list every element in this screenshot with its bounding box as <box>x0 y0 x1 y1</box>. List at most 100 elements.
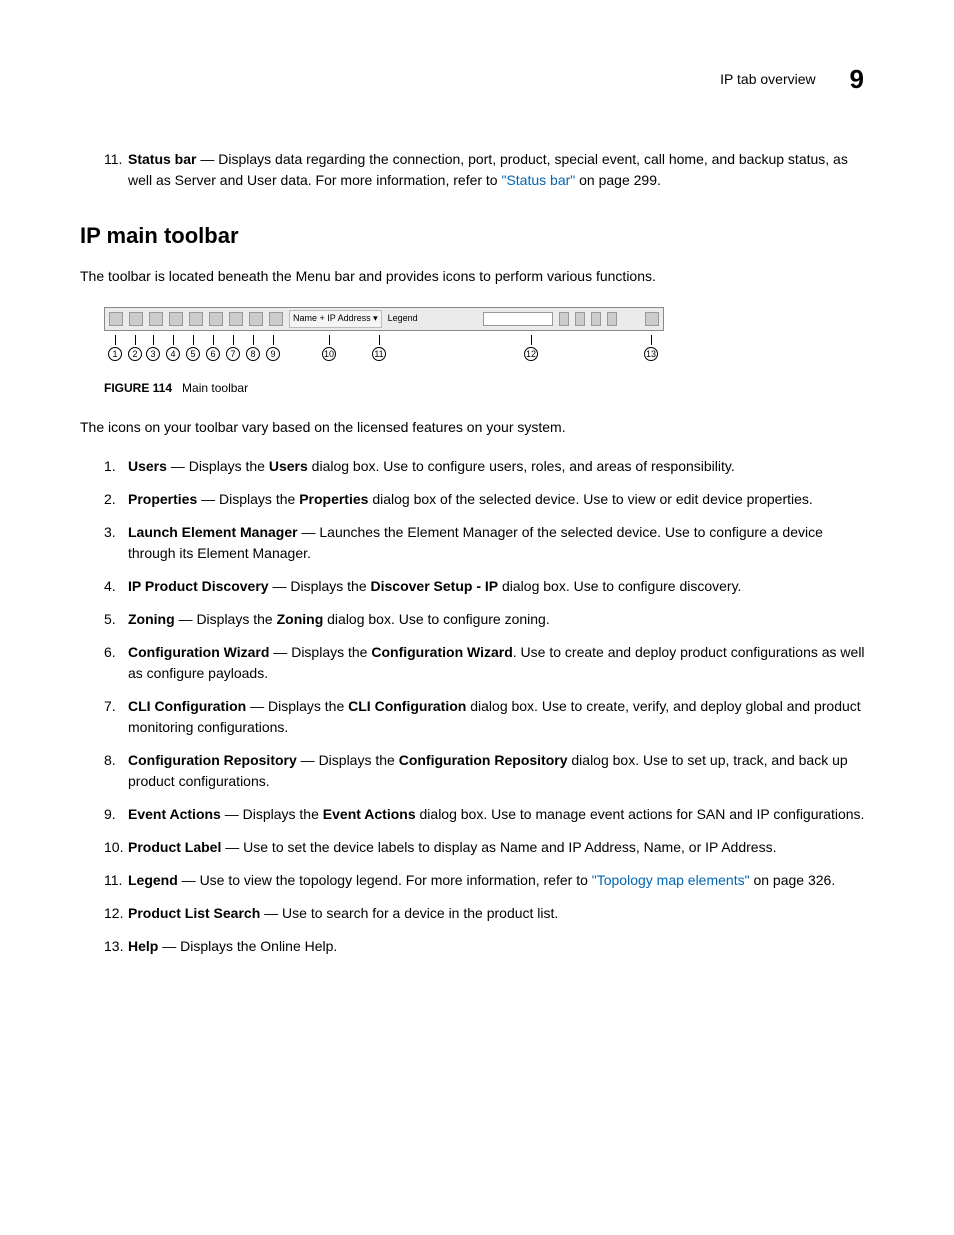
list-item: 13.Help — Displays the Online Help. <box>104 936 874 957</box>
list-item: 7.CLI Configuration — Displays the CLI C… <box>104 696 874 738</box>
item-text: Displays the <box>319 752 399 768</box>
callout-1: 1 <box>108 335 122 362</box>
callout-8: 8 <box>246 335 260 362</box>
list-item: 2.Properties — Displays the Properties d… <box>104 489 874 510</box>
callout-12: 12 <box>524 335 538 362</box>
content-area: 11. Status bar — Displays data regarding… <box>104 149 874 957</box>
callout-5: 5 <box>186 335 200 362</box>
item-term: Status bar <box>128 151 196 167</box>
config-wizard-icon <box>209 312 223 326</box>
item-bold-text: Properties <box>299 491 368 507</box>
search-icon <box>559 312 569 326</box>
toolbar-items-list: 1. Users — Displays the Users dialog box.… <box>104 456 874 957</box>
figure-number: FIGURE 114 <box>104 381 172 395</box>
item-text: Use to view the topology legend. For mor… <box>200 872 592 888</box>
item-bold-text: Users <box>269 458 308 474</box>
item-bold-text: Configuration Repository <box>399 752 568 768</box>
users-icon <box>109 312 123 326</box>
item-text: Displays the <box>189 458 269 474</box>
chapter-number: 9 <box>850 60 864 99</box>
item-term: Configuration Wizard <box>128 644 269 660</box>
item-dash: — <box>297 752 319 768</box>
item-bold-text: Discover Setup - IP <box>371 578 499 594</box>
legend-label: Legend <box>388 312 418 326</box>
item-text: Displays the <box>290 578 370 594</box>
item-term: Launch Element Manager <box>128 524 298 540</box>
item-number: 5. <box>104 609 116 630</box>
item-number: 11. <box>104 870 122 891</box>
list-item: 11.Legend — Use to view the topology leg… <box>104 870 874 891</box>
list-item: 8.Configuration Repository — Displays th… <box>104 750 874 792</box>
item-number: 9. <box>104 804 116 825</box>
header-title: IP tab overview <box>720 69 815 90</box>
section-intro: The toolbar is located beneath the Menu … <box>80 266 874 287</box>
item-dash: — <box>269 578 291 594</box>
status-bar-link[interactable]: "Status bar" <box>501 172 575 188</box>
item-link[interactable]: "Topology map elements" <box>592 872 750 888</box>
item-number: 3. <box>104 522 116 543</box>
item-number: 6. <box>104 642 116 663</box>
item-bold-text: Zoning <box>277 611 324 627</box>
item-text: dialog box of the selected device. Use t… <box>368 491 812 507</box>
item-text: dialog box. Use to configure discovery. <box>498 578 741 594</box>
item-number: 13. <box>104 936 123 957</box>
search-icon-4 <box>607 312 617 326</box>
item-dash: — <box>158 938 180 954</box>
callout-13: 13 <box>644 335 658 362</box>
discovery-icon <box>169 312 183 326</box>
item-term: Help <box>128 938 158 954</box>
item-text: Displays the <box>196 611 276 627</box>
item-text: Use to set the device labels to display … <box>243 839 776 855</box>
item-dash: — <box>298 524 320 540</box>
item-dash: — <box>196 151 218 167</box>
item-dash: — <box>221 806 243 822</box>
help-icon <box>645 312 659 326</box>
item-term: Product Label <box>128 839 221 855</box>
callout-3: 3 <box>146 335 160 362</box>
item-number: 12. <box>104 903 123 924</box>
search-icon-3 <box>591 312 601 326</box>
after-figure-text: The icons on your toolbar vary based on … <box>80 417 874 438</box>
list-item: 6. Configuration Wizard — Displays the Co… <box>104 642 874 684</box>
item-text: Displays the <box>291 644 371 660</box>
item-term: Users <box>128 458 167 474</box>
item-bold-text: Event Actions <box>323 806 416 822</box>
callout-7: 7 <box>226 335 240 362</box>
item-dash: — <box>269 644 291 660</box>
cli-config-icon <box>229 312 243 326</box>
item-term: Properties <box>128 491 197 507</box>
status-bar-item: 11. Status bar — Displays data regarding… <box>104 149 874 191</box>
event-actions-icon <box>269 312 283 326</box>
list-item: 1.Users — Displays the Users dialog box.… <box>104 456 874 477</box>
item-number: 11. <box>104 149 122 170</box>
item-dash: — <box>175 611 197 627</box>
page-header: IP tab overview 9 <box>80 60 874 99</box>
item-term: Legend <box>128 872 178 888</box>
callout-row: 12345678910111213 <box>104 335 874 363</box>
item-dash: — <box>197 491 219 507</box>
figure-title: Main toolbar <box>182 381 248 395</box>
search-field <box>483 312 553 326</box>
item-bold-text: Configuration Wizard <box>371 644 512 660</box>
item-number: 1. <box>104 456 116 477</box>
item-bold-text: CLI Configuration <box>348 698 466 714</box>
properties-icon <box>129 312 143 326</box>
item-dash: — <box>221 839 243 855</box>
list-item: 10.Product Label — Use to set the device… <box>104 837 874 858</box>
item-dash: — <box>167 458 189 474</box>
callout-4: 4 <box>166 335 180 362</box>
toolbar-illustration: Name + IP Address ▾ Legend <box>104 307 664 331</box>
item-term: CLI Configuration <box>128 698 246 714</box>
item-term: Configuration Repository <box>128 752 297 768</box>
item-number: 2. <box>104 489 116 510</box>
figure-block: Name + IP Address ▾ Legend 1234567891011… <box>104 307 874 363</box>
item-text: dialog box. Use to manage event actions … <box>416 806 865 822</box>
list-item: 3.Launch Element Manager — Launches the … <box>104 522 874 564</box>
item-text: Displays data regarding the connection, … <box>128 151 848 188</box>
item-text-after: on page 299. <box>575 172 661 188</box>
item-term: IP Product Discovery <box>128 578 269 594</box>
callout-9: 9 <box>266 335 280 362</box>
product-label-dropdown: Name + IP Address ▾ <box>289 310 382 328</box>
item-text: Use to search for a device in the produc… <box>282 905 558 921</box>
figure-caption: FIGURE 114 Main toolbar <box>104 379 874 397</box>
